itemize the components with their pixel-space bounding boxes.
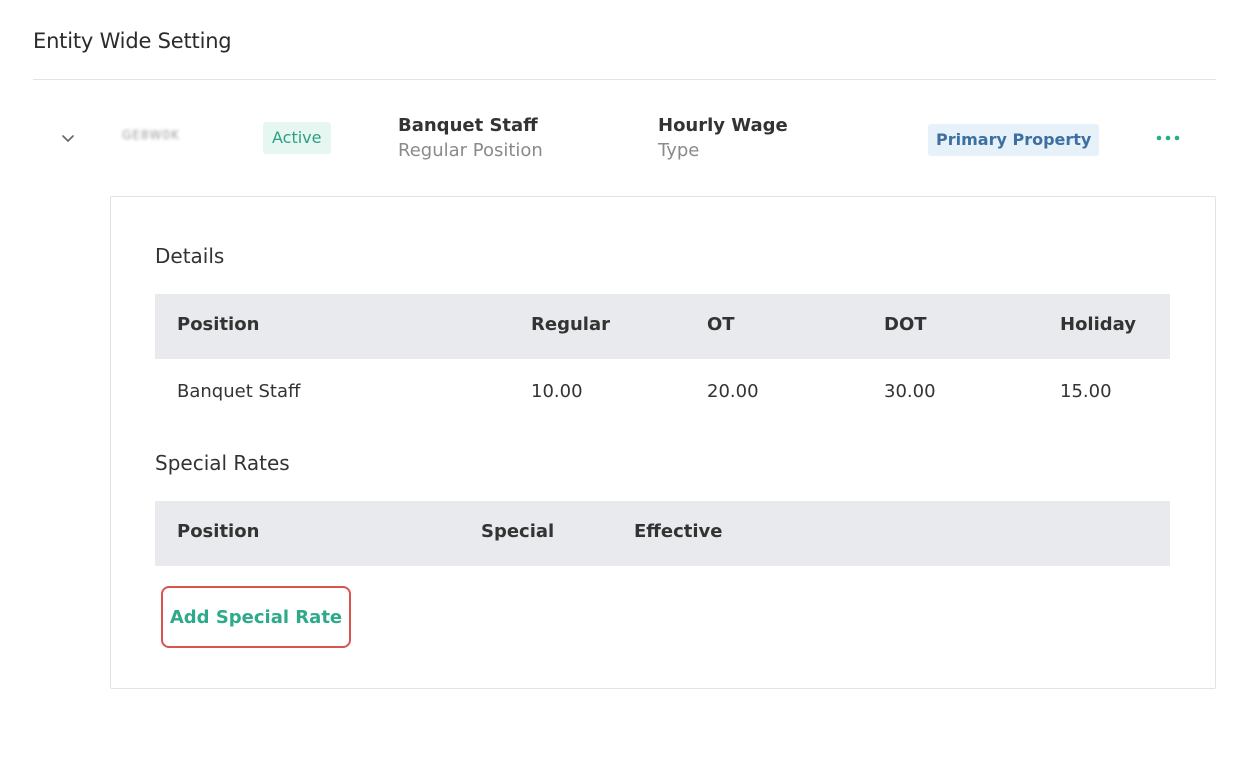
table-row: Banquet Staff 10.00 20.00 30.00 15.00	[155, 359, 1170, 424]
details-col-holiday: Holiday	[1060, 314, 1136, 335]
row-holiday-rate: 15.00	[1060, 381, 1112, 402]
special-col-position: Position	[177, 521, 260, 542]
section-title: Entity Wide Setting	[33, 29, 232, 53]
position-summary-row[interactable]: GE8W0K Active Banquet Staff Regular Posi…	[0, 100, 1247, 180]
row-dot-rate: 30.00	[884, 381, 936, 402]
expanded-detail-panel: Details Position Regular OT DOT Holiday …	[110, 196, 1216, 689]
wage-type-label: Type	[658, 140, 700, 161]
position-type: Regular Position	[398, 140, 543, 161]
wage-info: Hourly Wage Type	[658, 114, 788, 164]
section-divider	[33, 79, 1216, 80]
special-col-special: Special	[481, 521, 555, 542]
chevron-down-icon[interactable]	[58, 128, 78, 148]
details-heading: Details	[155, 244, 225, 268]
row-position: Banquet Staff	[177, 381, 301, 402]
special-rates-table-header: Position Special Effective	[155, 501, 1170, 566]
wage-name: Hourly Wage	[658, 115, 788, 136]
position-id: GE8W0K	[122, 128, 180, 142]
row-ot-rate: 20.00	[707, 381, 759, 402]
add-special-rate-label: Add Special Rate	[169, 606, 343, 628]
details-col-position: Position	[177, 314, 260, 335]
special-col-effective: Effective	[634, 521, 723, 542]
primary-property-badge: Primary Property	[928, 124, 1100, 156]
entity-wide-setting-page: Entity Wide Setting GE8W0K Active Banque…	[0, 0, 1247, 773]
row-regular-rate: 10.00	[531, 381, 583, 402]
details-table-header: Position Regular OT DOT Holiday	[155, 294, 1170, 359]
add-special-rate-button[interactable]: Add Special Rate	[161, 586, 351, 648]
more-options-icon[interactable]	[1152, 128, 1184, 148]
status-badge: Active	[263, 122, 331, 154]
details-col-dot: DOT	[884, 314, 927, 335]
details-col-regular: Regular	[531, 314, 610, 335]
details-col-ot: OT	[707, 314, 735, 335]
special-rates-heading: Special Rates	[155, 451, 290, 475]
position-info: Banquet Staff Regular Position	[398, 114, 543, 164]
position-name: Banquet Staff	[398, 115, 538, 136]
